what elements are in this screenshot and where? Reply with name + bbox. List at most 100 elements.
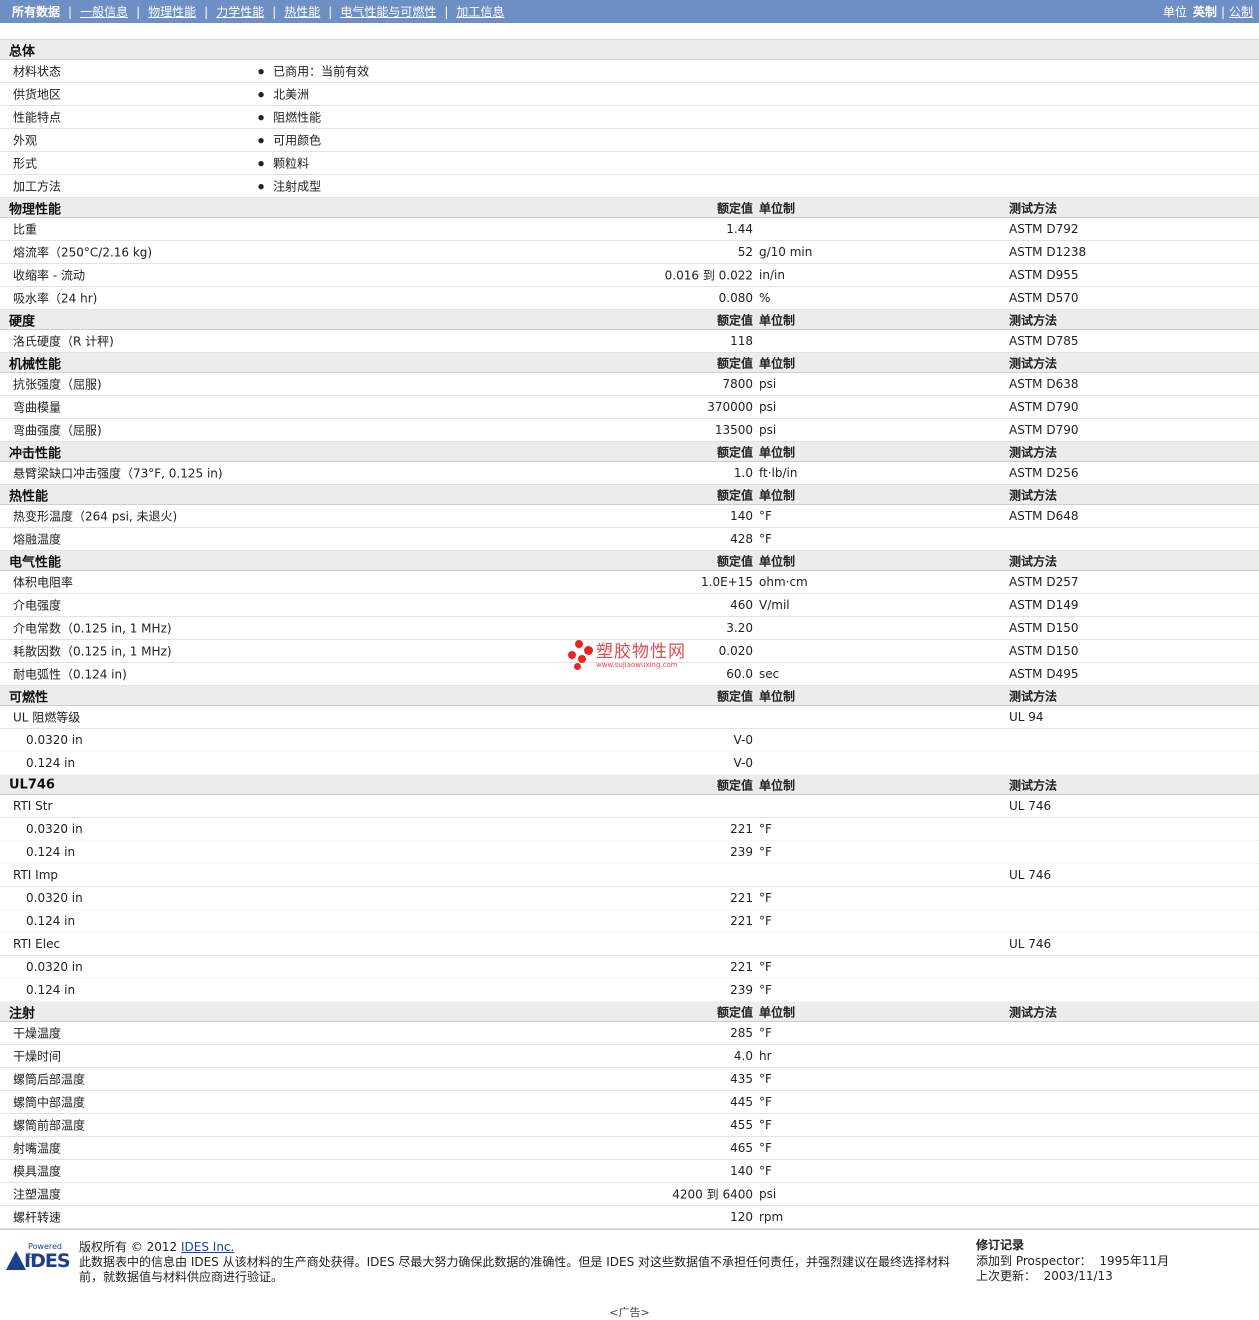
section-header: 注射 额定值 单位制 测试方法	[0, 1002, 1259, 1022]
property-name: 熔融温度	[13, 532, 62, 547]
property-name: RTI Imp	[13, 868, 58, 882]
test-method: ASTM D638	[1009, 377, 1079, 391]
nav-tab-1[interactable]: 一般信息	[80, 3, 128, 20]
property-name: 弯曲强度（屈服)	[13, 423, 102, 438]
property-name: 洛氏硬度（R 计秤)	[13, 334, 114, 349]
table-row: 螺筒前部温度 455 °F	[0, 1114, 1259, 1137]
property-unit: °F	[759, 1026, 772, 1040]
property-value: 118	[730, 334, 753, 348]
table-row: 抗张强度（屈服) 7800 psi ASTM D638	[0, 373, 1259, 396]
test-method: ASTM D1238	[1009, 245, 1087, 259]
unit-metric-link[interactable]: 公制	[1229, 3, 1253, 20]
nav-tab-2[interactable]: 物理性能	[148, 3, 196, 20]
table-row: 体积电阻率 1.0E+15 ohm·cm ASTM D257	[0, 571, 1259, 594]
col-header-method: 测试方法	[1009, 778, 1058, 792]
table-row: 0.124 in 239 °F	[0, 841, 1259, 864]
property-value: 428	[730, 532, 753, 546]
property-unit: °F	[759, 509, 772, 523]
nav-tab-4[interactable]: 热性能	[284, 3, 320, 20]
test-method: UL 746	[1009, 868, 1052, 882]
col-header-value: 额定值	[716, 554, 753, 568]
col-header-unit: 单位制	[759, 689, 796, 703]
property-value: 140	[730, 509, 753, 523]
nav-tab-0[interactable]: 所有数据	[12, 3, 60, 20]
property-name: 模具温度	[13, 1164, 62, 1179]
property-unit: sec	[759, 667, 780, 681]
section-title: 可燃性	[9, 690, 49, 705]
col-header-value: 额定值	[716, 488, 753, 502]
table-row: 干燥时间 4.0 hr	[0, 1045, 1259, 1068]
property-unit: °F	[759, 1118, 772, 1132]
col-header-method: 测试方法	[1009, 488, 1058, 502]
property-value: 370000	[707, 400, 753, 414]
test-method: ASTM D150	[1009, 644, 1079, 658]
property-value: V-0	[733, 733, 753, 747]
col-header-method: 测试方法	[1009, 554, 1058, 568]
table-row: 介电常数（0.125 in, 1 MHz) 3.20 ASTM D150	[0, 617, 1259, 640]
property-unit: °F	[759, 914, 772, 928]
property-unit: hr	[759, 1049, 772, 1063]
table-row: 加工方法 注射成型	[0, 175, 1259, 198]
property-unit: °F	[759, 960, 772, 974]
property-name: UL 阻燃等级	[13, 710, 81, 725]
table-row: 材料状态 已商用：当前有效	[0, 60, 1259, 83]
property-value: 1.0	[733, 466, 753, 480]
property-name: 收缩率 - 流动	[13, 268, 85, 283]
property-value: 52	[737, 245, 753, 259]
property-value: 285	[730, 1026, 753, 1040]
property-unit: °F	[759, 1141, 772, 1155]
table-row: RTI Elec UL 746	[0, 933, 1259, 956]
property-name: 形式	[13, 156, 38, 171]
property-value: 0.020	[718, 644, 753, 658]
section-title: UL746	[9, 777, 55, 792]
property-name: 0.0320 in	[26, 891, 83, 905]
property-value: 435	[730, 1072, 753, 1086]
nav-tab-3[interactable]: 力学性能	[216, 3, 264, 20]
table-row: 螺筒后部温度 435 °F	[0, 1068, 1259, 1091]
property-bullet-value: 北美洲	[258, 86, 309, 103]
property-value: 221	[730, 822, 753, 836]
property-value: 4.0	[733, 1049, 753, 1063]
section-header: 物理性能 额定值 单位制 测试方法	[0, 198, 1259, 218]
property-unit: °F	[759, 1095, 772, 1109]
col-header-value: 额定值	[716, 1005, 753, 1019]
property-name: 螺筒后部温度	[13, 1072, 86, 1087]
property-unit: %	[759, 291, 771, 305]
test-method: ASTM D256	[1009, 466, 1079, 480]
section-title: 冲击性能	[9, 446, 62, 461]
property-name: 弯曲模量	[13, 400, 62, 415]
property-name: 0.124 in	[26, 914, 76, 928]
table-row: 热变形温度（264 psi, 未退火) 140 °F ASTM D648	[0, 505, 1259, 528]
property-name: 耐电弧性（0.124 in)	[13, 667, 127, 682]
section-header: 可燃性 额定值 单位制 测试方法	[0, 686, 1259, 706]
section-header: 硬度 额定值 单位制 测试方法	[0, 310, 1259, 330]
updated-date: 2003/11/13	[1043, 1269, 1113, 1283]
property-name: 介电强度	[13, 598, 62, 613]
col-header-method: 测试方法	[1009, 689, 1058, 703]
property-bullet-value: 已商用：当前有效	[258, 63, 369, 80]
section-title: 电气性能	[9, 555, 62, 570]
property-unit: psi	[759, 1187, 777, 1201]
nav-tab-5[interactable]: 电气性能与可燃性	[340, 3, 436, 20]
table-row: 模具温度 140 °F	[0, 1160, 1259, 1183]
property-name: 螺杆转速	[13, 1210, 62, 1225]
property-value: 1.44	[726, 222, 753, 236]
nav-tab-6[interactable]: 加工信息	[456, 3, 504, 20]
property-unit: V/mil	[759, 598, 790, 612]
test-method: ASTM D955	[1009, 268, 1079, 282]
table-row: 供货地区 北美洲	[0, 83, 1259, 106]
section-nav: 所有数据 | 一般信息 | 物理性能 | 力学性能 | 热性能 | 电气性能与可燃性 | 加工信息	[12, 3, 505, 20]
table-row: 弯曲模量 370000 psi ASTM D790	[0, 396, 1259, 419]
table-row: RTI Imp UL 746	[0, 864, 1259, 887]
property-value: V-0	[733, 756, 753, 770]
test-method: ASTM D792	[1009, 222, 1079, 236]
property-unit: °F	[759, 983, 772, 997]
property-value: 239	[730, 845, 753, 859]
property-unit: °F	[759, 822, 772, 836]
table-row: 外观 可用颜色	[0, 129, 1259, 152]
top-spacer	[0, 23, 1259, 40]
col-header-method: 测试方法	[1009, 445, 1058, 459]
property-table: 总体材料状态 已商用：当前有效供货地区 北美洲性能特点 阻燃性能外观 可用颜色形式 颗粒料…	[0, 40, 1259, 1229]
revision-title: 修订记录	[976, 1238, 1025, 1252]
ides-link[interactable]: IDES Inc.	[181, 1240, 234, 1254]
